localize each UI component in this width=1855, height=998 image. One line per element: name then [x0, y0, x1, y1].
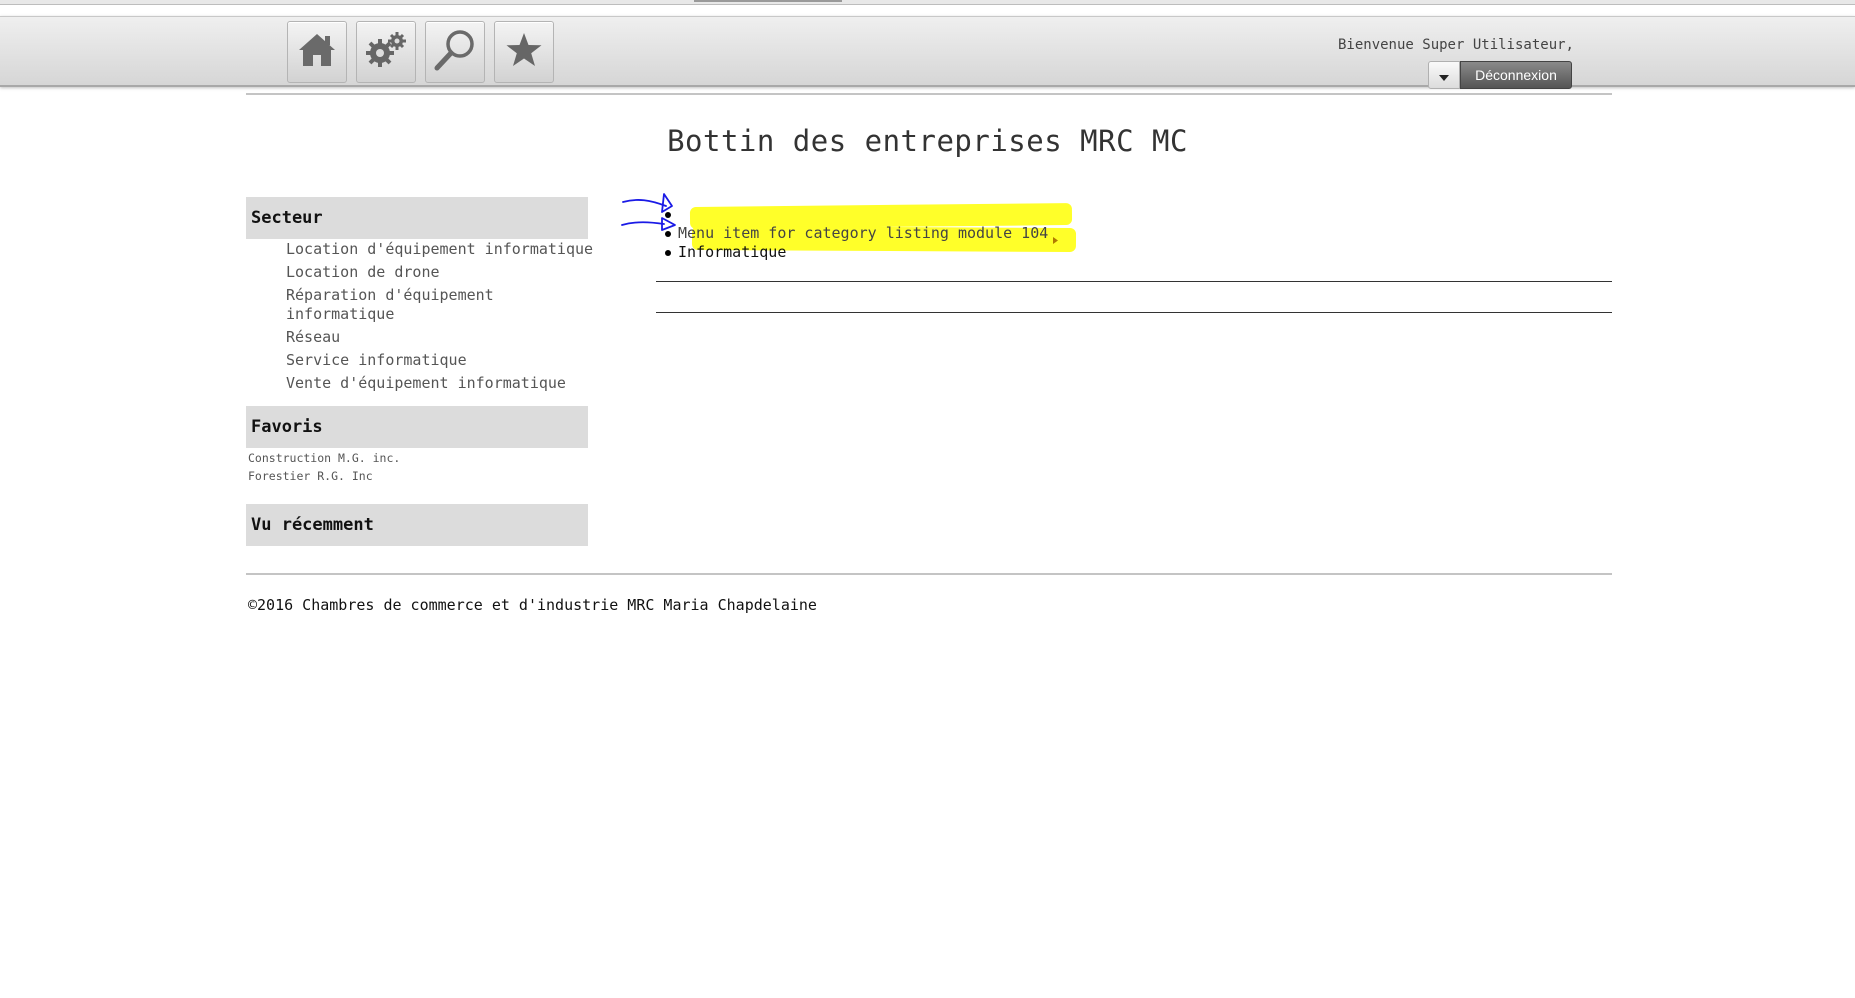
star-icon: [505, 32, 543, 72]
bullet: [665, 250, 671, 256]
sector-item[interactable]: Service informatique: [286, 351, 596, 370]
home-icon: [297, 31, 337, 73]
sector-list: Location d'équipement informatique Locat…: [286, 240, 596, 397]
bullet: [665, 231, 671, 237]
gears-icon: [364, 30, 408, 74]
page-title: Bottin des entreprises MRC MC: [667, 124, 1188, 158]
sector-item[interactable]: Location de drone: [286, 263, 596, 282]
menu-item-empty[interactable]: [665, 205, 1048, 224]
favorites-list: Construction M.G. inc. Forestier R.G. In…: [248, 449, 400, 485]
welcome-text: Bienvenue Super Utilisateur,: [1337, 37, 1574, 53]
bullet: [665, 212, 671, 218]
top-toolbar: Bienvenue Super Utilisateur, Déconnexion: [0, 16, 1855, 89]
favorite-item[interactable]: Forestier R.G. Inc: [248, 467, 400, 485]
search-button[interactable]: [425, 21, 485, 83]
favorite-item[interactable]: Construction M.G. inc.: [248, 449, 400, 467]
category-menu-list: Menu item for category listing module 10…: [665, 205, 1058, 262]
sector-item[interactable]: Location d'équipement informatique: [286, 240, 596, 259]
chevron-right-icon: [1053, 230, 1058, 249]
home-button[interactable]: [287, 21, 347, 83]
recent-header: Vu récemment: [246, 504, 588, 546]
sector-item[interactable]: Vente d'équipement informatique: [286, 374, 596, 393]
content-divider: [656, 312, 1612, 313]
header-divider: [246, 93, 1612, 95]
menu-item-category-listing[interactable]: Menu item for category listing module 10…: [665, 224, 1058, 244]
logout-button[interactable]: Déconnexion: [1460, 61, 1572, 89]
browser-top-strip: [0, 0, 1855, 5]
menu-item-informatique[interactable]: Informatique: [665, 243, 1048, 262]
sector-item[interactable]: Réparation d'équipement informatique: [286, 286, 516, 324]
settings-button[interactable]: [356, 21, 416, 83]
favorites-header: Favoris: [246, 406, 588, 448]
sector-header: Secteur: [246, 197, 588, 239]
sector-item[interactable]: Réseau: [286, 328, 596, 347]
search-icon: [433, 28, 477, 76]
user-menu-dropdown[interactable]: [1428, 61, 1460, 89]
scroll-tab: [694, 0, 842, 2]
favorites-button[interactable]: [494, 21, 554, 83]
footer-divider: [246, 573, 1612, 575]
content-divider: [656, 281, 1612, 282]
caret-down-icon: [1439, 66, 1449, 85]
footer-copyright: ©2016 Chambres de commerce et d'industri…: [248, 596, 817, 614]
